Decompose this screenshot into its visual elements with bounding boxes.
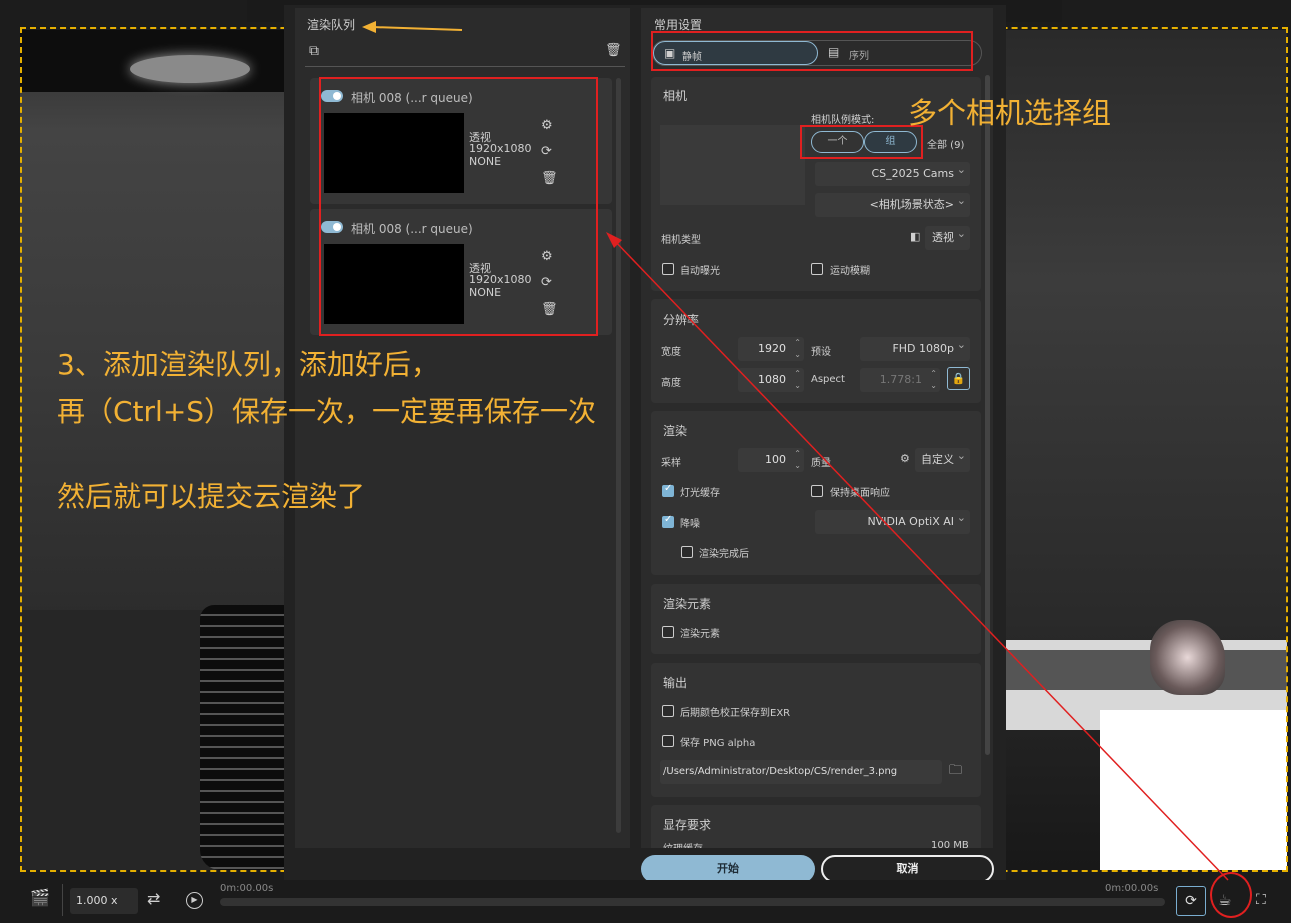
red-arrow-line — [611, 237, 1229, 881]
annotation-arrows — [362, 21, 1229, 881]
orange-arrow-line — [371, 26, 463, 31]
annotation-step-line3: 然后就可以提交云渲染了 — [57, 480, 366, 513]
annotation-camera-group: 多个相机选择组 — [908, 96, 1112, 130]
orange-arrow-head — [362, 21, 376, 33]
annotation-step-line1: 3、添加渲染队列，添加好后， — [57, 348, 439, 381]
annotation-step-line2: 再（Ctrl+S）保存一次，一定要再保存一次 — [57, 395, 597, 428]
